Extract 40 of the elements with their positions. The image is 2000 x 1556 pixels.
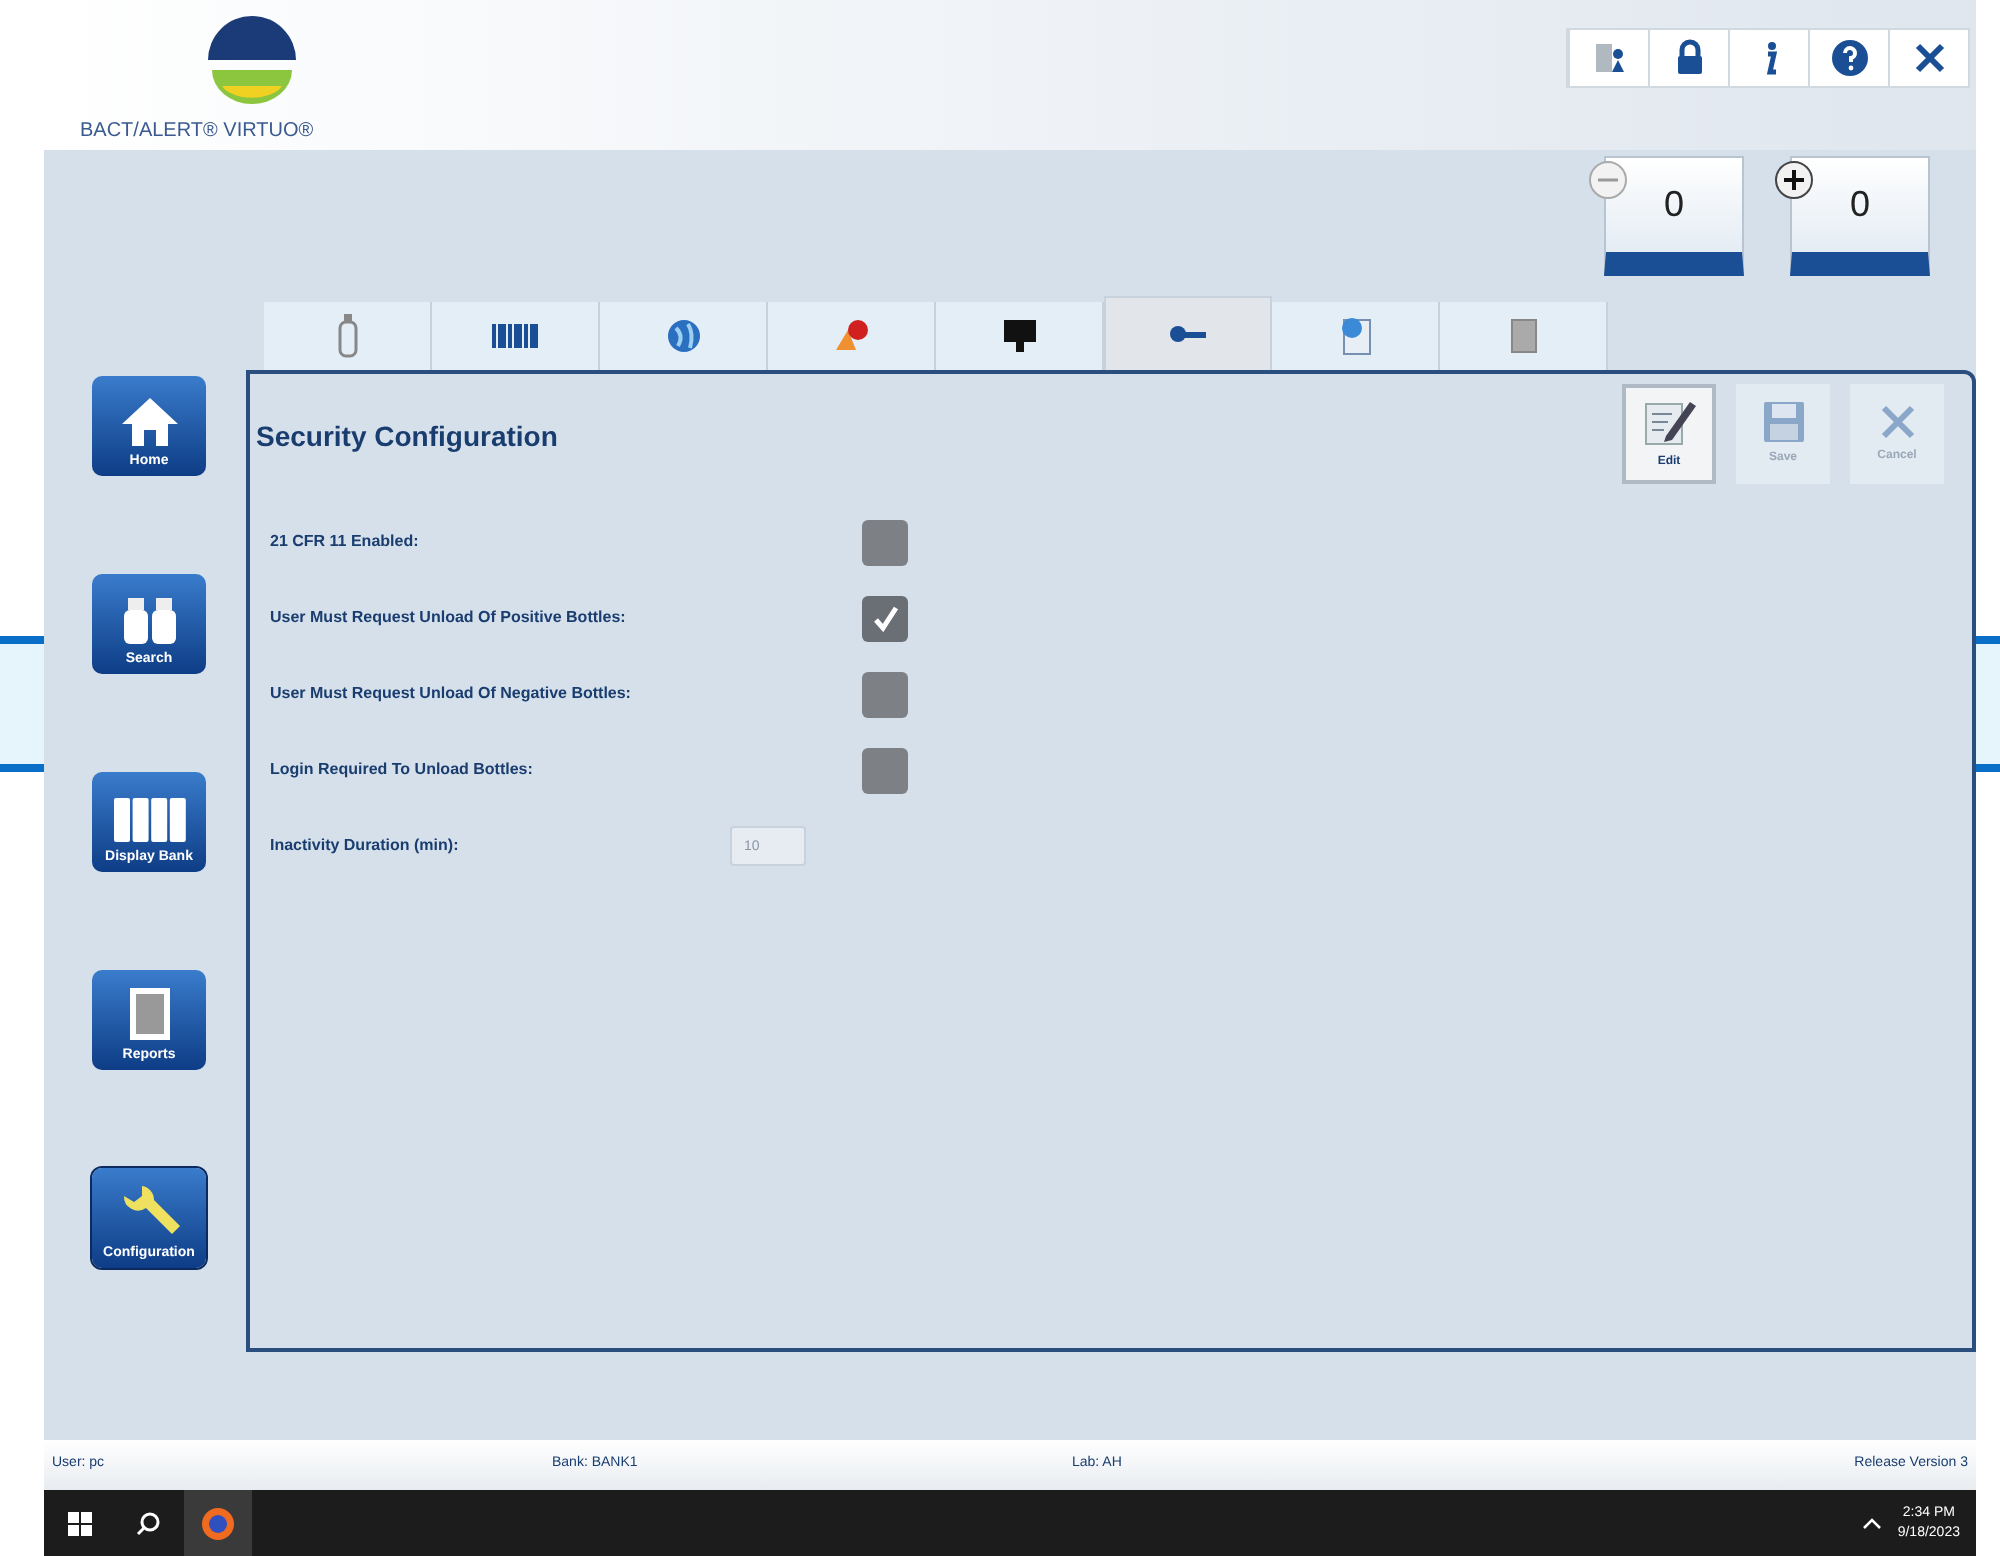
setting-label: User Must Request Unload Of Positive Bottles:: [270, 606, 628, 630]
minus-circle-icon: [1588, 160, 1628, 200]
checkbox[interactable]: [862, 519, 908, 565]
counter-value: 0: [1663, 182, 1684, 228]
globe-icon: [665, 318, 701, 354]
logo-text: BACT/ALERT® VIRTUO®: [80, 118, 314, 146]
setting-label: Login Required To Unload Bottles:: [270, 758, 535, 782]
key-icon: [1168, 324, 1208, 344]
cancel-icon: [1877, 402, 1917, 442]
logo-icon: [206, 16, 298, 104]
check-icon: [871, 604, 899, 632]
checkbox[interactable]: [862, 747, 908, 793]
plus-circle-icon: [1774, 160, 1814, 200]
document-icon: [127, 985, 171, 1041]
windows-start-icon[interactable]: [68, 1511, 92, 1535]
browser-icon: [200, 1505, 236, 1541]
tab[interactable]: [432, 302, 600, 370]
counter-value: 0: [1849, 182, 1870, 228]
alert-icon: [831, 318, 871, 354]
tab[interactable]: [1104, 296, 1272, 370]
tablet-icon: [1509, 318, 1537, 354]
setting-label: 21 CFR 11 Enabled:: [270, 530, 421, 554]
chevron-up-icon[interactable]: [1861, 1515, 1882, 1531]
house-icon: [119, 395, 179, 447]
browser-taskbar-button[interactable]: [184, 1490, 252, 1556]
tab[interactable]: [936, 302, 1104, 370]
document-icon: [1337, 316, 1373, 356]
slide-stripe: [1976, 636, 2000, 772]
barcode-icon: [491, 324, 539, 348]
panel-title: Security Configuration: [256, 418, 558, 456]
bottle-icon: [337, 314, 357, 358]
bottle-rack-icon: [111, 795, 187, 843]
pencil-paper-icon: [1641, 396, 1697, 448]
setting-label: Inactivity Duration (min):: [270, 834, 461, 858]
slide-stripe: [0, 636, 44, 772]
checkbox[interactable]: [862, 595, 908, 641]
monitor-icon: [1001, 318, 1037, 354]
search-icon[interactable]: [136, 1511, 160, 1535]
setting-label: User Must Request Unload Of Negative Bottles:: [270, 682, 633, 706]
checkbox[interactable]: [862, 671, 908, 717]
